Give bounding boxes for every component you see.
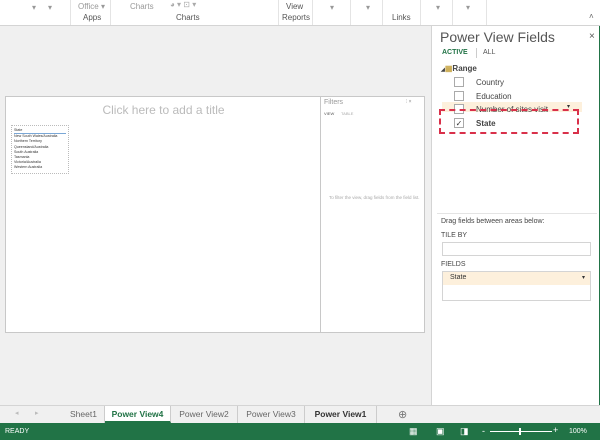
zoom-level: 100% — [569, 428, 587, 435]
fields-label: FIELDS — [441, 261, 466, 268]
office-apps-button[interactable]: Office ▾ — [78, 2, 105, 11]
sheet-tab[interactable]: Sheet1 — [63, 406, 105, 423]
group-label-apps: Apps — [83, 13, 102, 22]
power-view-button[interactable]: View — [286, 2, 303, 11]
tile-by-dropzone[interactable] — [442, 242, 591, 256]
fields-item-label: State — [450, 274, 467, 281]
dropdown-arrow-icon[interactable]: ▾ — [582, 274, 585, 281]
field-label[interactable]: Country — [476, 78, 504, 87]
zoom-out-button[interactable]: - — [482, 426, 485, 436]
new-sheet-button[interactable]: ⊕ — [398, 408, 407, 421]
collapse-ribbon-icon[interactable]: ˄ — [589, 12, 594, 21]
zoom-in-button[interactable]: + — [553, 425, 558, 435]
pane-title: Power View Fields — [440, 29, 555, 45]
status-ready: READY — [5, 428, 30, 435]
dropdown-arrow-icon[interactable]: ▾ — [32, 3, 36, 12]
title-placeholder[interactable]: Click here to add a title — [6, 103, 321, 117]
normal-view-icon[interactable]: ▦ — [409, 426, 418, 437]
page-layout-icon[interactable]: ▣ — [436, 426, 445, 437]
sheet-tab[interactable]: Power View4 — [105, 406, 171, 423]
field-checkbox[interactable] — [454, 90, 464, 101]
zoom-slider[interactable] — [490, 431, 552, 432]
dropdown-arrow-icon[interactable]: ▾ — [436, 3, 440, 12]
dropdown-arrow-icon[interactable]: ▾ — [48, 3, 52, 12]
status-bar: READY ▦ ▣ ◨ - + 100% — [0, 423, 600, 440]
scroll-tabs-left-icon[interactable]: ◂ — [15, 409, 19, 417]
sheet-tab[interactable]: Power View2 — [171, 406, 238, 423]
group-label-reports: Reports — [282, 13, 311, 22]
field-checkbox[interactable] — [454, 77, 464, 87]
pie-chart-icon[interactable]: ◕ ▾ ⊡ ▾ — [170, 0, 196, 9]
filters-tab-view[interactable]: VIEW — [324, 111, 334, 116]
fields-dropzone[interactable]: State ▾ — [442, 271, 591, 301]
tab-all[interactable]: ALL — [483, 49, 495, 56]
tab-active[interactable]: ACTIVE — [442, 49, 468, 56]
close-icon[interactable]: × — [589, 31, 595, 42]
sheet-tabs-bar: ◂ ▸ Sheet1 Power View4 Power View2 Power Vi… — [0, 405, 600, 423]
ribbon: ▾ ▾ Office ▾ Apps Charts ◕ ▾ ⊡ ▾ Charts … — [0, 0, 600, 26]
table-node-range[interactable]: ◢▦Range — [441, 64, 477, 73]
table-name: Range — [452, 64, 477, 73]
power-view-canvas[interactable]: Click here to add a title State New Sout… — [5, 96, 425, 333]
drag-hint: Drag fields between areas below: — [441, 218, 545, 225]
group-label-charts: Charts — [176, 13, 200, 22]
filters-hint: To filter the view, drag fields from the… — [329, 195, 420, 200]
tile-by-label: TILE BY — [441, 232, 468, 239]
fields-item-state[interactable]: State ▾ — [443, 272, 590, 285]
page-break-preview-icon[interactable]: ◨ — [460, 426, 469, 437]
dropdown-arrow-icon[interactable]: ▾ — [366, 3, 370, 12]
recommended-charts-button[interactable]: Charts — [130, 2, 154, 11]
office-label: Office — [78, 2, 99, 11]
selection-highlight — [439, 109, 579, 134]
filters-pin-close-icon[interactable]: ⫶ × — [406, 99, 412, 105]
dropdown-arrow-icon[interactable]: ▾ — [330, 3, 334, 12]
sheet-tab[interactable]: Power View3 — [238, 406, 305, 423]
field-label[interactable]: Education — [476, 92, 512, 101]
table-row: Western Australia — [14, 165, 43, 170]
dropdown-arrow-icon[interactable]: ▾ — [466, 3, 470, 12]
group-label-links: Links — [392, 13, 411, 22]
sheet-tab[interactable]: Power View1 — [305, 406, 377, 423]
filters-tab-table[interactable]: TABLE — [341, 111, 353, 116]
zoom-slider-thumb[interactable] — [519, 428, 521, 435]
filters-title: Filters — [324, 99, 344, 106]
scroll-tabs-right-icon[interactable]: ▸ — [35, 409, 39, 417]
state-table[interactable]: State New South Wales/Australia Northern … — [11, 125, 69, 174]
filters-pane: Filters ⫶ × VIEW TABLE To filter the vie… — [320, 97, 425, 332]
power-view-fields-pane: Power View Fields × ACTIVE ALL ◢▦Range C… — [431, 26, 600, 405]
